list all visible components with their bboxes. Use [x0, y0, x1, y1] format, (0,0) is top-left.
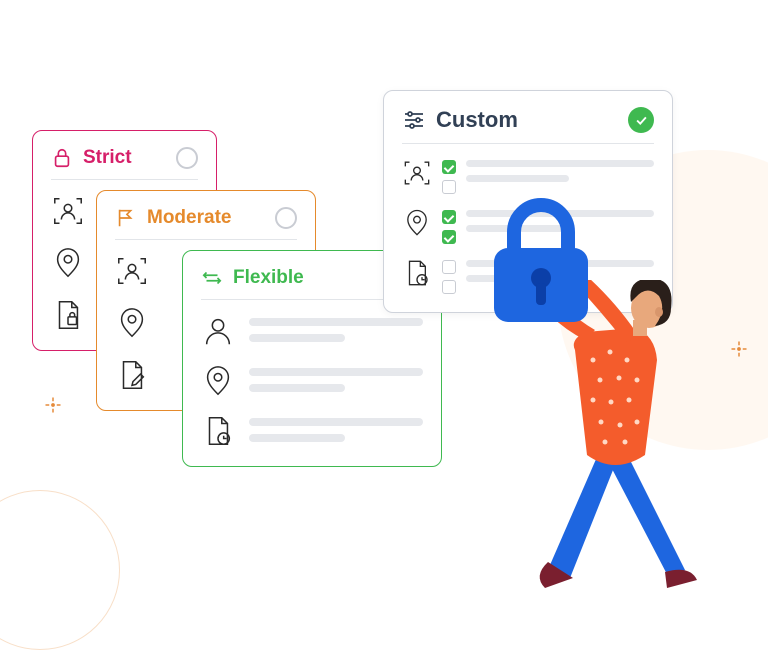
- card-title: Flexible: [233, 267, 401, 289]
- checkbox-checked[interactable]: [442, 210, 456, 224]
- setting-row: [201, 314, 423, 348]
- radio-unselected[interactable]: [176, 147, 198, 169]
- location-pin-icon: [51, 246, 85, 280]
- selected-check-icon: [628, 107, 654, 133]
- sparkle-icon: [44, 396, 62, 414]
- bg-circle-small: [0, 490, 120, 650]
- card-title: Strict: [83, 147, 176, 169]
- divider: [402, 143, 654, 144]
- checkbox-checked[interactable]: [442, 160, 456, 174]
- sparkle-icon: [730, 340, 748, 358]
- person-illustration: [515, 280, 715, 600]
- face-scan-icon: [115, 254, 149, 288]
- checkbox-unchecked[interactable]: [442, 260, 456, 274]
- checkbox-unchecked[interactable]: [442, 180, 456, 194]
- location-pin-icon: [402, 208, 432, 238]
- document-clock-icon: [402, 258, 432, 288]
- divider: [115, 239, 297, 240]
- custom-setting-row: [402, 158, 654, 194]
- location-pin-icon: [115, 306, 149, 340]
- document-lock-icon: [51, 298, 85, 332]
- setting-row: [201, 364, 423, 398]
- person-icon: [201, 314, 235, 348]
- checkbox-checked[interactable]: [442, 230, 456, 244]
- flag-icon: [115, 207, 137, 229]
- sliders-icon: [402, 108, 426, 132]
- lock-icon: [51, 147, 73, 169]
- radio-unselected[interactable]: [275, 207, 297, 229]
- arrows-horizontal-icon: [201, 267, 223, 289]
- document-edit-icon: [115, 358, 149, 392]
- card-title: Moderate: [147, 207, 275, 229]
- card-title: Custom: [436, 107, 628, 133]
- document-clock-icon: [201, 414, 235, 448]
- padlock-icon: [486, 198, 596, 328]
- face-scan-icon: [402, 158, 432, 188]
- setting-row: [201, 414, 423, 448]
- location-pin-icon: [201, 364, 235, 398]
- divider: [51, 179, 198, 180]
- checkbox-unchecked[interactable]: [442, 280, 456, 294]
- face-scan-icon: [51, 194, 85, 228]
